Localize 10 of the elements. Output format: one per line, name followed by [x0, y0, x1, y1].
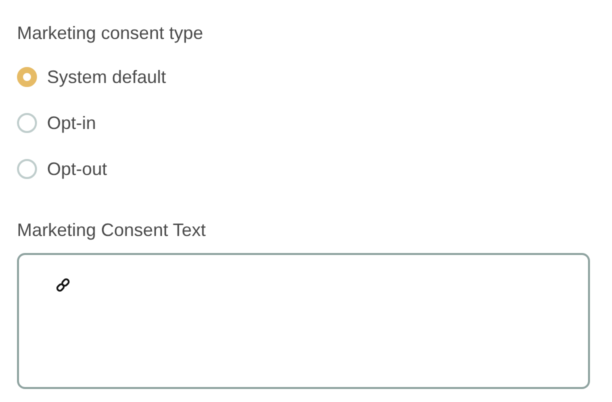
radio-icon[interactable]	[17, 67, 37, 87]
radio-option[interactable]: Opt-out	[17, 157, 108, 181]
text-area[interactable]	[17, 253, 590, 389]
link-icon	[55, 277, 71, 293]
field-label: Marketing consent type	[17, 22, 204, 45]
field-label: Marketing Consent Text	[17, 219, 207, 242]
radio-option[interactable]: Opt-in	[17, 111, 96, 135]
radio-icon[interactable]	[17, 113, 37, 133]
radio-option[interactable]: System default	[17, 65, 166, 89]
radio-icon[interactable]	[17, 159, 37, 179]
